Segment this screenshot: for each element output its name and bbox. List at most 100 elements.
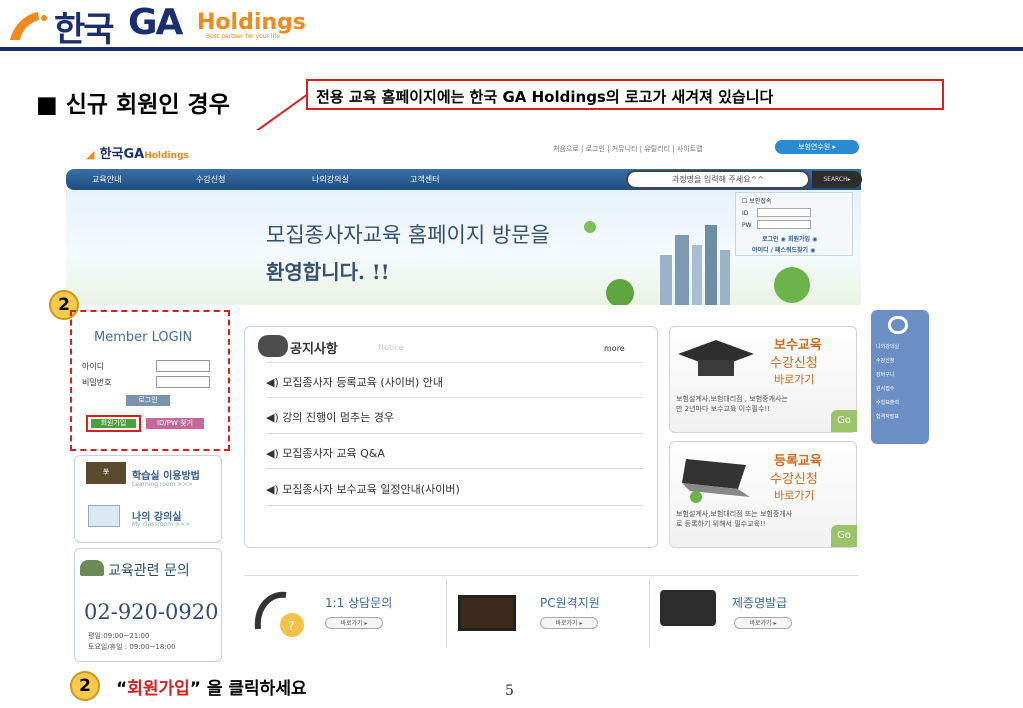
card1-go-button[interactable]: Go <box>831 410 857 432</box>
notice-item[interactable]: ◀) 강의 진행이 멈추는 경우 <box>266 409 394 425</box>
card1-shortcut[interactable]: 바로가기 <box>774 371 814 387</box>
nav-item-guide[interactable]: 교육안내 <box>92 174 121 185</box>
card2-shortcut[interactable]: 바로가기 <box>774 487 814 503</box>
site-logo-ga: GA <box>123 147 145 162</box>
contact-title: 교육관련 문의 <box>108 563 190 579</box>
notice-item[interactable]: ◀) 모집종사자 보수교육 일정안내(사이버) <box>266 481 460 497</box>
printer-icon <box>660 590 716 626</box>
laptop-icon <box>682 459 750 503</box>
mini-find-link[interactable]: 아이디 / 패스워드찾기 ◉ <box>752 245 815 254</box>
books-icon <box>88 505 120 527</box>
step-badge: 2 <box>70 671 100 701</box>
mini-pw-input[interactable] <box>757 220 811 229</box>
consult-service-button[interactable]: 바로가기 ▸ <box>325 617 383 629</box>
instruction-rest: ” 을 클릭하세요 <box>189 679 307 699</box>
mini-id-input[interactable] <box>757 208 811 217</box>
join-button-highlight[interactable]: 회원가입 <box>86 415 141 432</box>
card1-desc-1: 보험설계사,보험대리점 , 보험중개사는 <box>676 395 788 403</box>
card2-title: 등록교육 <box>774 454 822 469</box>
services-divider <box>649 578 650 648</box>
notice-more-link[interactable]: more <box>604 344 625 353</box>
logo-tagline: Best partner for your life <box>206 33 281 40</box>
services-divider <box>446 578 447 648</box>
id-input[interactable] <box>156 360 210 372</box>
consult-service-title[interactable]: 1:1 상담문의 <box>325 594 392 611</box>
services-divider <box>244 575 858 576</box>
magnifier-icon <box>888 316 908 334</box>
nav-item-enroll[interactable]: 수강신청 <box>196 174 225 185</box>
site-logo-holdings: Holdings <box>144 151 189 161</box>
notice-divider <box>266 505 644 506</box>
join-button[interactable]: 회원가입 <box>91 419 136 428</box>
callout-box: 전용 교육 홈페이지에는 한국 GA Holdings의 로고가 새겨져 있습니… <box>306 79 944 110</box>
mini-login-links[interactable]: 로그인 ◉ 회원가입 ◉ <box>762 234 817 243</box>
remote-support-title[interactable]: PC원격지원 <box>540 594 600 611</box>
search-input[interactable]: 과정명을 입력해 주세요^^ <box>626 170 810 189</box>
password-label: 비밀번호 <box>82 378 112 387</box>
join-highlight: 회원가입 <box>127 679 190 699</box>
notice-board <box>244 326 658 548</box>
certificate-title[interactable]: 제증명발급 <box>732 594 787 611</box>
mini-id-label: ID <box>742 210 749 217</box>
nav-item-my-class[interactable]: 나의강의실 <box>312 174 349 185</box>
nav-item-support[interactable]: 고객센터 <box>410 174 439 185</box>
member-login-title: Member LOGIN <box>94 330 193 345</box>
weekday-hours: 평일:09:00~21:00 <box>88 632 150 640</box>
classroom-board-icon: 學 <box>86 462 126 484</box>
headset-icon: ? <box>254 591 304 637</box>
card2-subtitle: 수강신청 <box>770 472 818 487</box>
card2-desc-1: 보험설계사,보험대리점 또는 보험중개사 <box>676 510 793 518</box>
notice-divider <box>266 433 644 434</box>
telephone-icon <box>80 560 104 576</box>
weekend-hours: 토요일/휴일 : 09:00~18:00 <box>88 643 176 651</box>
remote-support-button[interactable]: 바로가기 ▸ <box>540 617 598 629</box>
graduation-cap-icon <box>678 340 754 376</box>
secure-login-label: 보안접속 <box>749 198 772 205</box>
banner-line-1: 모집종사자교육 홈페이지 방문을 <box>266 223 550 247</box>
study-room-sub: Learning room >>> <box>132 481 193 488</box>
side-link[interactable]: 수강신청 <box>876 357 894 364</box>
id-label: 아이디 <box>82 362 105 371</box>
svg-text:?: ? <box>288 619 294 633</box>
find-id-pw-button[interactable]: ID/PW 찾기 <box>146 418 204 429</box>
banner-line-2: 환영합니다. !! <box>266 260 390 284</box>
site-logo-korean: 한국 <box>99 147 124 162</box>
notice-divider <box>266 468 644 469</box>
certificate-button[interactable]: 바로가기 ▸ <box>734 617 792 629</box>
side-link[interactable]: 장바구니 <box>876 371 894 378</box>
side-link[interactable]: 수험표출력 <box>876 399 899 406</box>
side-link[interactable]: 합격자발표 <box>876 413 899 420</box>
search-button[interactable]: SEARCH▸ <box>812 171 862 188</box>
side-link[interactable]: 원서접수 <box>876 385 894 392</box>
card2-go-button[interactable]: Go <box>831 525 857 547</box>
site-logo-mark-icon: ◢ <box>86 148 95 161</box>
login-button[interactable]: 로그인 <box>126 395 170 406</box>
notice-item[interactable]: ◀) 모집종사자 교육 Q&A <box>266 445 385 461</box>
logo-holdings: Holdings <box>197 10 306 35</box>
password-input[interactable] <box>156 376 210 388</box>
quote-open: “ <box>116 679 128 699</box>
secure-login-checkbox[interactable]: ☐ 보안접속 <box>742 196 771 205</box>
institute-button[interactable]: 보험연수원 ▸ <box>775 140 859 154</box>
notice-divider <box>266 397 644 398</box>
card1-desc-2: 만 2년마다 보수교육 이수필수!! <box>676 405 771 413</box>
logo-mark-icon <box>10 12 47 40</box>
notice-title: 공지사항 <box>290 342 338 357</box>
slide: 한국 GA Holdings Best partner for your lif… <box>0 0 1023 708</box>
utility-links[interactable]: 처음으로 | 로그인 | 커뮤니티 | 유틸리티 | 사이트맵 <box>553 144 703 154</box>
card1-title: 보수교육 <box>774 338 822 353</box>
site-logo[interactable]: ◢ 한국GAHoldings <box>86 143 189 162</box>
mini-pw-label: PW <box>742 222 752 229</box>
logo-ga: GA <box>128 2 183 43</box>
monitor-icon <box>458 595 516 631</box>
logo-korean: 한국 <box>54 10 115 50</box>
study-room-link[interactable]: 학습실 이용방법 <box>132 467 200 482</box>
header-rule <box>0 47 1023 51</box>
my-class-sub: My classroom >>> <box>132 521 191 528</box>
instruction-text: “회원가입” 을 클릭하세요 <box>116 674 307 699</box>
page-number: 5 <box>505 683 514 699</box>
card1-subtitle: 수강신청 <box>770 356 818 371</box>
notice-item[interactable]: ◀) 모집종사자 등록교육 (사이버) 안내 <box>266 374 443 390</box>
side-link[interactable]: 나의강의실 <box>876 343 899 350</box>
phone-number: 02-920-0920 <box>84 600 219 624</box>
